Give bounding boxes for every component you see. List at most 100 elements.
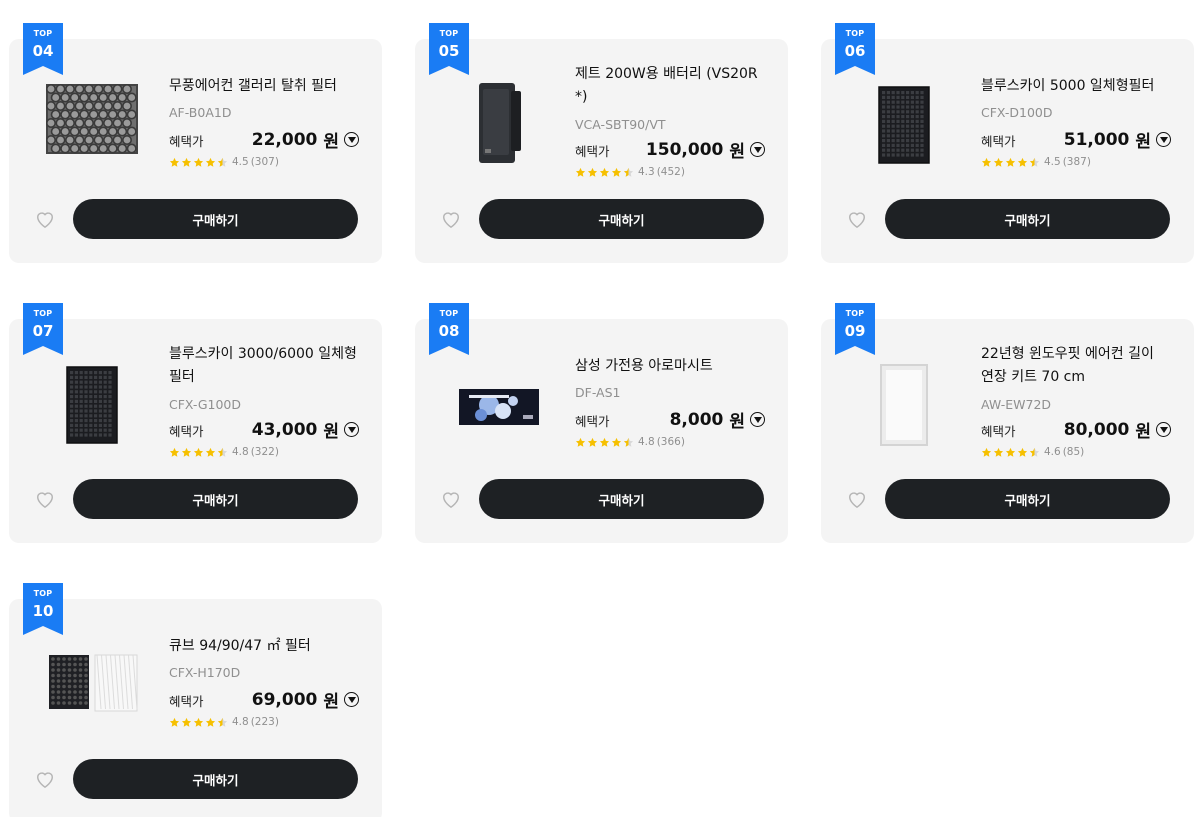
wishlist-heart-icon[interactable] [846, 209, 868, 229]
price-label: 혜택가 [169, 134, 204, 149]
top-label: TOP [439, 29, 459, 38]
review-count[interactable]: (307) [251, 156, 279, 168]
star-rating-icon [981, 447, 1041, 458]
price-unit: 원 [323, 422, 339, 442]
price-unit: 원 [729, 412, 745, 432]
star-rating-icon [575, 167, 635, 178]
buy-button[interactable]: 구매하기 [73, 199, 358, 239]
product-name[interactable]: 블루스카이 5000 일체형필터 [981, 75, 1171, 98]
product-card[interactable]: TOP 05 제트 200W용 배터리 (VS20R *) VCA-SBT90/VT 혜… [415, 23, 788, 263]
price-unit: 원 [323, 692, 339, 712]
wishlist-heart-icon[interactable] [34, 769, 56, 789]
rank-ribbon: TOP 05 [429, 23, 469, 75]
product-card[interactable]: TOP 04 무풍에어컨 갤러리 탈취 필터 AF-B0A1D 혜택가 22,000 원 4.… [9, 23, 382, 263]
price-detail-toggle-icon[interactable] [344, 422, 359, 437]
review-count[interactable]: (223) [251, 716, 279, 728]
price-label: 혜택가 [981, 134, 1016, 149]
price: 22,000 원 [252, 127, 359, 152]
product-name[interactable]: 무풍에어컨 갤러리 탈취 필터 [169, 75, 359, 98]
rating-score: 4.8 [232, 716, 249, 728]
top-label: TOP [845, 309, 865, 318]
price-value: 150,000 [645, 139, 724, 160]
rating: 4.6 (85) [981, 446, 1084, 458]
product-model: AW-EW72D [981, 397, 1052, 412]
review-count[interactable]: (387) [1063, 156, 1091, 168]
product-name[interactable]: 블루스카이 3000/6000 일체형 필터 [169, 343, 359, 389]
price-detail-toggle-icon[interactable] [1156, 422, 1171, 437]
rating-score: 4.3 [638, 166, 655, 178]
wishlist-heart-icon[interactable] [846, 489, 868, 509]
rank-ribbon: TOP 08 [429, 303, 469, 355]
rank-number: 05 [438, 42, 460, 60]
top-label: TOP [33, 309, 53, 318]
price-label: 혜택가 [981, 424, 1016, 439]
price-detail-toggle-icon[interactable] [750, 412, 765, 427]
price-value: 43,000 [251, 419, 318, 440]
price-label: 혜택가 [169, 424, 204, 439]
product-thumbnail[interactable] [45, 639, 141, 729]
top-label: TOP [439, 309, 459, 318]
product-card[interactable]: TOP 10 큐브 94/90/47 ㎡ 필터 CFX-H170D 혜택가 69,000 원… [9, 583, 382, 817]
product-thumbnail[interactable] [45, 79, 141, 169]
price: 69,000 원 [252, 687, 359, 712]
rating-score: 4.5 [1044, 156, 1061, 168]
buy-button[interactable]: 구매하기 [479, 479, 764, 519]
buy-button[interactable]: 구매하기 [479, 199, 764, 239]
rank-number: 06 [844, 42, 866, 60]
price: 8,000 원 [670, 407, 765, 432]
product-name[interactable]: 22년형 윈도우핏 에어컨 길이 연장 키트 70 cm [981, 343, 1171, 389]
price: 43,000 원 [252, 417, 359, 442]
wishlist-heart-icon[interactable] [34, 489, 56, 509]
buy-button[interactable]: 구매하기 [73, 759, 358, 799]
rank-ribbon: TOP 09 [835, 303, 875, 355]
rating: 4.3 (452) [575, 166, 685, 178]
buy-button[interactable]: 구매하기 [885, 479, 1170, 519]
price-unit: 원 [729, 142, 745, 162]
product-model: CFX-H170D [169, 665, 241, 680]
top-label: TOP [33, 589, 53, 598]
price-unit: 원 [1135, 132, 1151, 152]
price-detail-toggle-icon[interactable] [1156, 132, 1171, 147]
review-count[interactable]: (322) [251, 446, 279, 458]
product-model: AF-B0A1D [169, 105, 232, 120]
product-thumbnail[interactable] [451, 359, 547, 449]
price-value: 69,000 [251, 689, 318, 710]
price: 51,000 원 [1064, 127, 1171, 152]
product-thumbnail[interactable] [857, 79, 953, 169]
rank-number: 07 [32, 322, 54, 340]
product-card[interactable]: TOP 06 블루스카이 5000 일체형필터 CFX-D100D 혜택가 51,000 원… [821, 23, 1194, 263]
product-card[interactable]: TOP 08 삼성 가전용 아로마시트 DF-AS1 혜택가 8,000 원 4.8 (366)… [415, 303, 788, 543]
product-thumbnail[interactable] [45, 359, 141, 449]
review-count[interactable]: (85) [1063, 446, 1085, 458]
review-count[interactable]: (452) [657, 166, 685, 178]
wishlist-heart-icon[interactable] [34, 209, 56, 229]
rating-score: 4.5 [232, 156, 249, 168]
rank-number: 09 [844, 322, 866, 340]
product-model: VCA-SBT90/VT [575, 117, 666, 132]
wishlist-heart-icon[interactable] [440, 209, 462, 229]
buy-button[interactable]: 구매하기 [73, 479, 358, 519]
price-label: 혜택가 [575, 414, 610, 429]
rating: 4.8 (366) [575, 436, 685, 448]
price-value: 22,000 [251, 129, 318, 150]
product-model: CFX-D100D [981, 105, 1053, 120]
price-detail-toggle-icon[interactable] [750, 142, 765, 157]
star-rating-icon [981, 157, 1041, 168]
wishlist-heart-icon[interactable] [440, 489, 462, 509]
product-name[interactable]: 제트 200W용 배터리 (VS20R *) [575, 63, 765, 109]
star-rating-icon [169, 447, 229, 458]
buy-button[interactable]: 구매하기 [885, 199, 1170, 239]
price-detail-toggle-icon[interactable] [344, 692, 359, 707]
product-thumbnail[interactable] [857, 359, 953, 449]
price-label: 혜택가 [575, 144, 610, 159]
rating: 4.8 (322) [169, 446, 279, 458]
review-count[interactable]: (366) [657, 436, 685, 448]
product-card[interactable]: TOP 09 22년형 윈도우핏 에어컨 길이 연장 키트 70 cm AW-EW72… [821, 303, 1194, 543]
price: 80,000 원 [1064, 417, 1171, 442]
product-card[interactable]: TOP 07 블루스카이 3000/6000 일체형 필터 CFX-G100D 혜택가 4… [9, 303, 382, 543]
price-detail-toggle-icon[interactable] [344, 132, 359, 147]
product-name[interactable]: 큐브 94/90/47 ㎡ 필터 [169, 635, 359, 658]
product-thumbnail[interactable] [451, 79, 547, 169]
product-name[interactable]: 삼성 가전용 아로마시트 [575, 355, 765, 378]
rank-ribbon: TOP 06 [835, 23, 875, 75]
